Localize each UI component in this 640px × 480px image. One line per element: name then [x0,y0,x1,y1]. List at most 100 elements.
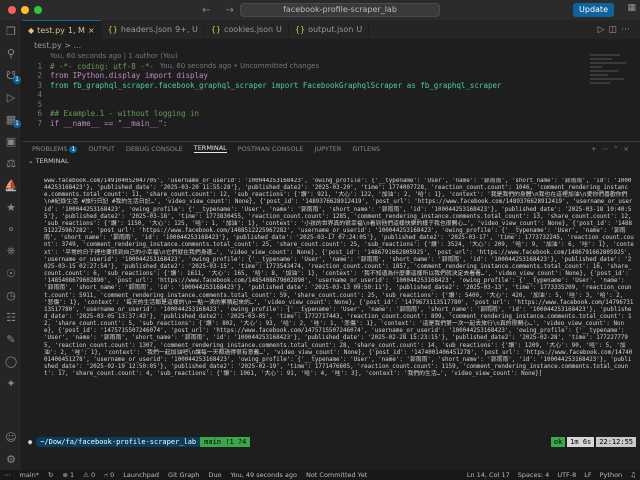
cursor-position[interactable]: Ln 14, Col 17 [467,471,510,479]
command-center-search[interactable]: facebook-profile-scraper_lab [240,3,440,17]
close-window-button[interactable] [8,6,16,14]
source-control-icon[interactable]: ☋ 1 [0,64,22,86]
tab-output[interactable]: OUTPUT [88,145,115,153]
launchpad-item[interactable]: Launchpad [123,471,159,479]
blame-item[interactable]: You, 49 seconds ago [231,471,297,479]
terminal-prompt[interactable]: ● ~/Dow/fa/facebook-profile-scraper_lab … [22,436,640,448]
warnings-indicator[interactable]: ⚠ 0 [83,471,95,479]
inline-blame: You, 60 seconds ago • Uncommitted change… [159,61,320,70]
editor-tabs: ◆ test.py 1, M × {} headers.json 9+, U {… [22,20,640,39]
run-debug-icon[interactable]: ▷ [0,86,22,108]
database-icon[interactable]: ☷ [0,306,22,328]
code-line: 6 ## Example.1 - without logging in [37,109,200,118]
jupyter-icon[interactable]: ⚬ [0,218,22,240]
language-mode[interactable]: Python [600,471,623,479]
python-icon[interactable]: ★ [0,196,22,218]
prompt-git-status: main !1 ?4 [200,437,251,447]
ports-indicator[interactable]: ⑁ 0 [104,471,114,479]
docker-icon[interactable]: ⛵ [0,174,22,196]
code-text: from fb_graphql_scraper.facebook_graphql… [50,80,502,90]
code-line: 5 [37,99,42,109]
sync-icon[interactable]: ↻ [48,471,53,479]
minimap[interactable] [590,52,630,140]
code-line: 2 from IPython.display import display [37,71,209,80]
run-icon[interactable]: ▷ [598,25,609,35]
tab-status: U [356,25,363,34]
tab-gitlens[interactable]: GITLENS [352,145,380,153]
tab-terminal[interactable]: TERMINAL [193,144,227,153]
testing-icon[interactable]: ⚖ [0,152,22,174]
extensions-icon[interactable]: ▦ 1 [0,108,22,130]
prompt-status-ok: ok [550,437,566,447]
settings-gear-icon[interactable]: ⚙ [0,448,22,470]
terminal-output[interactable]: www.facebook.com/149104052047705', 'user… [22,167,640,451]
editor-actions: ▷ ◫ ⋯ [598,20,640,39]
problems-count-badge: 1 [69,145,78,153]
postman-icon[interactable]: ☉ [0,262,22,284]
more-actions-icon[interactable]: ⋯ [621,25,634,35]
tab-jupyter[interactable]: JUPYTER [314,145,341,153]
tab-label: cookies.json [224,25,274,34]
errors-indicator[interactable]: ⊗ 1 [62,471,74,479]
tab-cookies-json[interactable]: {} cookies.json U [205,20,289,39]
code-editor[interactable]: You, 60 seconds ago | 1 author (You) 1 # … [22,52,640,140]
remote-explorer-icon[interactable]: ▣ [0,130,22,152]
prompt-duration: 1m 6s [567,437,595,447]
docs-icon[interactable]: ✎ [0,328,22,350]
close-panel-icon[interactable]: × [624,145,634,153]
tab-output-json[interactable]: {} output.json U [289,20,370,39]
encoding[interactable]: UTF-8 [557,471,576,479]
layout-icon[interactable]: ▦ [627,3,636,13]
maximize-panel-icon[interactable]: ⌃ [613,145,623,153]
accounts-icon[interactable]: ☺ [0,426,22,448]
breadcrumb[interactable]: test.py > ... [22,39,640,52]
extensions-badge: 1 [13,120,21,128]
tab-test-py[interactable]: ◆ test.py 1, M × [22,20,102,39]
indentation[interactable]: Spaces: 4 [518,471,550,479]
split-editor-icon[interactable]: ◫ [608,25,621,35]
code-line: 7 if __name__ == "__main__": [37,118,168,128]
branch-indicator[interactable]: main* [20,471,40,479]
tab-debug-console[interactable]: DEBUG CONSOLE [126,145,183,153]
terminal-title: ⌄ TERMINAL [28,157,69,165]
code-text: ## Example.1 - without logging in [50,109,200,118]
timeline-icon[interactable]: ◷ [0,284,22,306]
close-icon[interactable]: × [88,26,95,35]
tab-label: headers.json [120,25,173,34]
code-line: You, 60 seconds ago | 1 author (You) [22,52,640,62]
end-of-line[interactable]: LF [584,471,591,479]
minimize-window-button[interactable] [21,6,29,14]
notifications-bell-icon[interactable]: ♫ [630,471,636,479]
gitlens-icon[interactable]: ⎈ [0,240,22,262]
nav-arrows[interactable]: ← → [202,5,240,16]
code-line: 4 [37,90,42,99]
more-actions-icon[interactable]: ⋯ [602,145,614,153]
ai-chat-icon[interactable]: ✦ [0,372,22,394]
activity-bar: ❐ ⚲ ☋ 1 ▷ ▦ 1 ▣ ⚖ ⛵ ★ ⚬ ⎈ ☉ ◷ ☷ ✎ ◯ ✦ ☺ ⚙ [0,20,22,470]
python-file-icon: ◆ [28,25,35,35]
tab-postman-console[interactable]: POSTMAN CONSOLE [238,145,304,153]
maximize-window-button[interactable] [34,6,42,14]
tab-label: test.py [37,25,65,35]
duo-item[interactable]: Duo [208,471,221,479]
explorer-icon[interactable]: ❐ [0,20,22,42]
git-graph-item[interactable]: Git Graph [168,471,199,479]
tab-status: U [276,25,282,34]
search-icon[interactable]: ⚲ [0,42,22,64]
panel-actions: +⋯⌃× [591,145,640,153]
add-terminal-icon[interactable]: + [591,145,601,153]
update-button[interactable]: Update [573,3,614,17]
prompt-path: ~/Dow/fa/facebook-profile-scraper_lab [36,437,201,447]
tab-headers-json[interactable]: {} headers.json 9+, U [102,20,205,39]
commit-item[interactable]: Not Committed Yet [306,471,367,479]
tab-status: 9+, U [175,25,198,34]
codelens-author[interactable]: You, 60 seconds ago | 1 author (You) [50,52,178,62]
panel-tabs: PROBLEMS 1 OUTPUT DEBUG CONSOLE TERMINAL … [22,141,640,155]
tab-problems[interactable]: PROBLEMS 1 [32,145,78,153]
status-bar: ⋯ main* ↻ ⊗ 1 ⚠ 0 ⑁ 0 Launchpad Git Grap… [0,470,640,480]
source-control-badge: 1 [13,76,21,84]
json-file-icon: {} [294,25,306,34]
remote-indicator-icon[interactable]: ⋯ [4,471,11,479]
remote-icon[interactable]: ◯ [0,350,22,372]
tab-label: output.json [308,25,354,34]
